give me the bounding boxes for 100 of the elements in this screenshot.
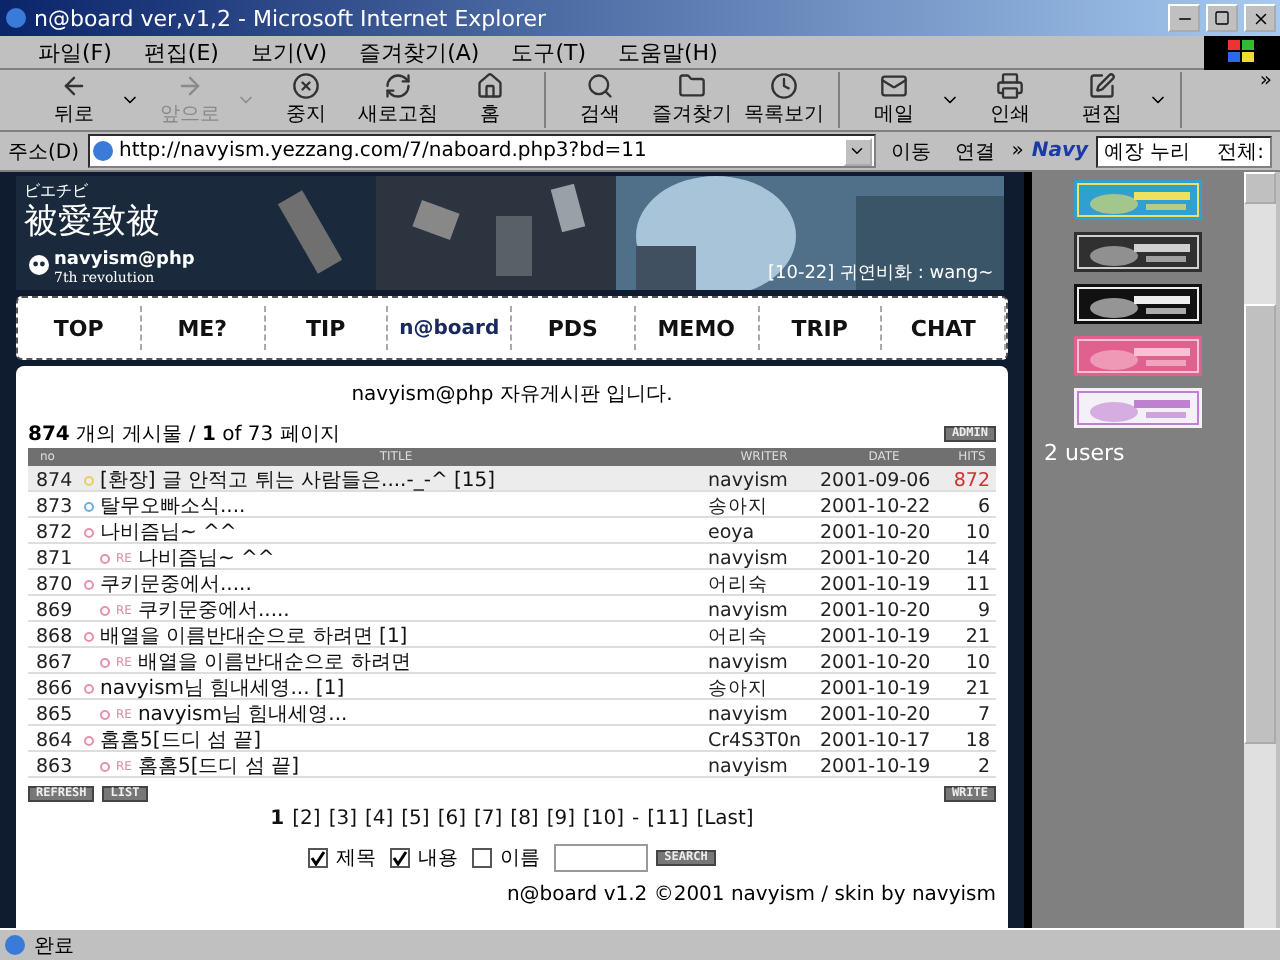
toolbar-button[interactable]: 메일 xyxy=(848,72,940,128)
skull-icon xyxy=(28,254,50,276)
page-link[interactable]: [10] xyxy=(583,808,625,830)
date-cell-text: 2001-10-20 xyxy=(820,703,933,725)
date-cell-text: 2001-10-20 xyxy=(820,521,933,543)
links-button[interactable]: 연결 xyxy=(947,137,1004,165)
menu-item[interactable]: 도구(T) xyxy=(497,37,600,67)
writer-cell-text: 송아지 xyxy=(708,493,770,519)
toolbar-button[interactable]: 즐겨찾기 xyxy=(646,72,738,128)
checkbox[interactable] xyxy=(472,848,493,868)
minimize-button[interactable] xyxy=(1168,4,1200,32)
post-title-link[interactable]: 탈무오빠소식.... xyxy=(100,492,246,520)
menu-item[interactable]: 편집(E) xyxy=(129,37,233,67)
post-number: 865 xyxy=(34,703,75,725)
more-chevron[interactable]: » xyxy=(1011,140,1024,162)
post-title-link[interactable]: 홈홈5[드디 섬 끝] xyxy=(137,752,299,780)
post-title-link[interactable]: 배열을 이름반대순으로 하려면 xyxy=(137,648,411,676)
toolbar-button[interactable]: 중지 xyxy=(260,72,352,128)
address-field[interactable]: http://navyism.yezzang.com/7/naboard.php3?bd=11 xyxy=(87,134,876,168)
writer-cell-text: 송아지 xyxy=(708,675,770,701)
scrollbar[interactable] xyxy=(1244,172,1276,928)
header-kana: ビエチビ xyxy=(24,180,88,202)
go-button[interactable]: 이동 xyxy=(883,137,940,165)
menu-item[interactable]: 즐겨찾기(A) xyxy=(345,37,494,67)
maximize-button[interactable] xyxy=(1206,4,1238,32)
home-icon xyxy=(476,72,504,100)
nav-link[interactable]: TIP xyxy=(265,306,389,350)
nav-link[interactable]: MEMO xyxy=(635,306,759,350)
portal-search-field[interactable]: 예장 누리 전체: xyxy=(1096,135,1272,167)
dropdown-button[interactable] xyxy=(843,137,872,165)
folder-icon xyxy=(678,72,706,100)
post-number: 864 xyxy=(34,729,75,751)
board-heading: navyism@php 자유게시판 입니다. xyxy=(349,382,675,408)
menu-item[interactable]: 파일(F) xyxy=(24,37,126,67)
toolbar-button[interactable]: 새로고침 xyxy=(352,72,444,128)
post-number: 872 xyxy=(34,521,75,543)
toolbar-button[interactable]: 뒤로 xyxy=(28,72,120,128)
date-cell-text: 2001-10-17 xyxy=(820,729,933,751)
checkbox-label: 이름 xyxy=(500,846,541,872)
toolbar-button[interactable]: 편집 xyxy=(1056,72,1148,128)
post-title-link[interactable]: navyism님 힘내세영... [1] xyxy=(100,674,345,702)
menu-item[interactable]: 보기(V) xyxy=(236,37,342,67)
date-cell-text: 2001-10-19 xyxy=(820,573,933,595)
post-title-link[interactable]: [환장] 글 안적고 튀는 사람들은....-_-^ [15] xyxy=(100,466,496,494)
writer-cell-text: 어리숙 xyxy=(708,571,770,597)
page-icon xyxy=(91,140,114,162)
page-link[interactable]: 1 xyxy=(270,808,285,830)
board-row[interactable]: 870 쿠키문중에서..... 어리숙 2001-10-19 11 xyxy=(28,570,996,596)
page-link[interactable]: [2] xyxy=(292,808,321,830)
page-link[interactable]: [5] xyxy=(401,808,430,830)
page-link[interactable]: [9] xyxy=(546,808,576,830)
close-button[interactable] xyxy=(1244,4,1276,32)
nav-link[interactable]: TOP xyxy=(18,306,142,350)
toolbar-button[interactable]: 홈 xyxy=(444,72,536,128)
page-link[interactable]: [11] xyxy=(647,808,689,830)
nav-link[interactable]: n@board xyxy=(388,306,512,350)
toolbar-button[interactable]: 인쇄 xyxy=(964,72,1056,128)
page-link[interactable]: [7] xyxy=(474,808,503,830)
post-title-link[interactable]: 나비즘님~ ^^ xyxy=(137,544,275,572)
toolbar-button[interactable]: 목록보기 xyxy=(738,72,830,128)
more-chevron[interactable]: » xyxy=(1259,70,1272,92)
hits-cell-text: 21 xyxy=(963,677,992,699)
window-title: n@board ver,v1,2 - Microsoft Internet Explorer xyxy=(34,5,549,31)
page-link[interactable]: [8] xyxy=(510,808,539,830)
post-title-link[interactable]: 쿠키문중에서..... xyxy=(100,570,252,598)
nav-link[interactable]: CHAT xyxy=(882,306,1006,350)
post-title-link[interactable]: 쿠키문중에서..... xyxy=(137,596,290,624)
post-title-link[interactable]: 배열을 이름반대순으로 하려면 [1] xyxy=(100,622,408,650)
nav-link[interactable]: ME? xyxy=(141,306,265,350)
hits-cell-text: 10 xyxy=(963,521,992,543)
search-field[interactable] xyxy=(554,844,649,872)
board-row[interactable]: 872 나비즘님~ ^^ eoya 2001-10-20 10 xyxy=(28,518,996,544)
post-count: 874 개의 게시물 / 1 of 73 페이지 xyxy=(28,422,340,448)
menu-item[interactable]: 도움말(H) xyxy=(604,37,732,67)
page-link[interactable]: [Last] xyxy=(696,808,754,830)
board-row[interactable]: 864 홈홈5[드디 섬 끝] Cr4S3T0n 2001-10-17 18 xyxy=(28,726,996,752)
date-cell-text: 2001-10-20 xyxy=(820,599,933,621)
post-title-link[interactable]: 홈홈5[드디 섬 끝] xyxy=(100,726,262,754)
address-label: 주소(D) xyxy=(8,139,80,165)
post-number: 868 xyxy=(34,625,75,647)
board-row[interactable]: 868 배열을 이름반대순으로 하려면 [1] 어리숙 2001-10-19 21 xyxy=(28,622,996,648)
header-notice: [10-22] 귀연비화 : wang~ xyxy=(768,262,994,286)
page-link[interactable]: [3] xyxy=(328,808,357,830)
page-link[interactable]: [4] xyxy=(364,808,394,830)
board-row[interactable]: 874 [환장] 글 안적고 튀는 사람들은....-_-^ [15] navyism 2001-09-06 872 xyxy=(28,466,996,492)
checkbox[interactable] xyxy=(390,848,411,868)
hits-cell-text: 9 xyxy=(975,599,992,621)
page-link[interactable]: - xyxy=(632,808,640,830)
toolbar-button[interactable]: 검색 xyxy=(554,72,646,128)
board-row[interactable]: 873 탈무오빠소식.... 송아지 2001-10-22 6 xyxy=(28,492,996,518)
board-row[interactable]: 866 navyism님 힘내세영... [1] 송아지 2001-10-19 21 xyxy=(28,674,996,700)
caret-icon xyxy=(848,142,867,160)
date-cell-text: 2001-10-20 xyxy=(820,547,933,569)
post-title-link[interactable]: 나비즘님~ ^^ xyxy=(100,518,237,546)
page-link[interactable]: [6] xyxy=(437,808,466,830)
nav-link[interactable]: PDS xyxy=(512,306,636,350)
checkbox[interactable] xyxy=(308,848,329,868)
writer-cell-text: navyism xyxy=(708,703,790,725)
nav-link[interactable]: TRIP xyxy=(759,306,883,350)
post-title-link[interactable]: navyism님 힘내세영... xyxy=(137,700,348,728)
